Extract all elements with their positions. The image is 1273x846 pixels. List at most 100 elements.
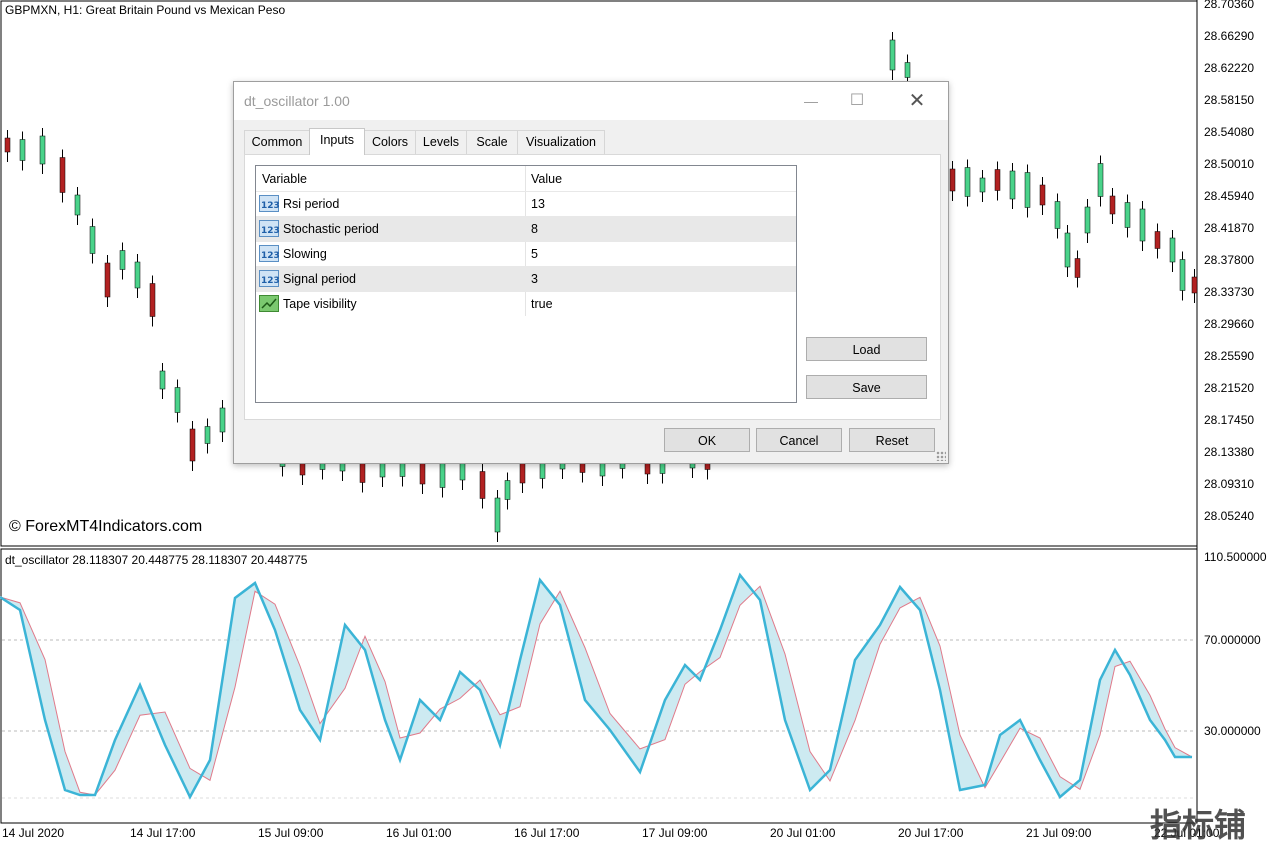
svg-text:123: 123 [261,201,279,211]
candle-body [189,428,196,462]
maximize-icon[interactable]: ☐ [834,82,880,120]
resize-grip-icon[interactable] [936,451,946,461]
input-row[interactable]: 123 Slowing 5 [256,241,796,266]
time-label: 16 Jul 17:00 [514,826,580,840]
candle-body [1191,276,1198,294]
candle-body [494,497,501,533]
price-label: 28.54080 [1204,125,1255,139]
indicator-properties-dialog: dt_oscillator 1.00 — ☐ ✕ Common Inputs C… [233,81,949,464]
variable-value[interactable]: true [531,297,553,311]
time-label: 21 Jul 09:00 [1026,826,1092,840]
indicator-level-label: 110.500000 [1204,550,1267,564]
price-label: 28.50010 [1204,157,1255,171]
close-icon[interactable]: ✕ [894,82,940,120]
corner-logo: 指标铺 [1150,806,1247,844]
reset-button[interactable]: Reset [849,428,935,452]
candle-body [149,283,156,317]
candle-body [504,480,511,500]
price-label: 28.62220 [1204,61,1255,75]
save-button[interactable]: Save [806,375,927,399]
variable-name: Slowing [283,247,327,261]
candle-body [119,250,126,270]
tab-inputs[interactable]: Inputs [309,128,365,155]
column-value: Value [531,172,563,186]
candle-body [1024,172,1031,208]
tab-visualization[interactable]: Visualization [517,130,605,154]
variable-value[interactable]: 13 [531,197,545,211]
load-button[interactable]: Load [806,337,927,361]
price-label: 28.33730 [1204,285,1255,299]
candle-body [979,177,986,193]
svg-text:123: 123 [261,276,279,286]
variable-value[interactable]: 3 [531,272,538,286]
candle-body [39,135,46,165]
candle-body [174,387,181,413]
dialog-titlebar[interactable]: dt_oscillator 1.00 — ☐ ✕ [234,82,948,120]
tab-colors[interactable]: Colors [364,130,416,154]
candle-body [1154,231,1161,249]
time-label: 14 Jul 17:00 [130,826,196,840]
input-row[interactable]: 123 Stochastic period 8 [256,216,796,241]
candle-body [889,39,896,71]
candle-body [1054,201,1061,229]
candle-body [1084,206,1091,234]
candle-body [1064,232,1071,268]
candle-body [19,139,26,161]
numeric-123-icon: 123 [259,270,280,287]
price-label: 28.25590 [1204,349,1255,363]
candle-body [1039,184,1046,206]
numeric-123-icon: 123 [259,220,280,237]
candle-body [1139,208,1146,242]
cancel-button[interactable]: Cancel [756,428,842,452]
candle-body [379,462,386,478]
tab-scale[interactable]: Scale [466,130,518,154]
boolean-chart-icon [259,295,279,312]
ok-button[interactable]: OK [664,428,750,452]
candle-body [219,407,226,433]
input-row[interactable]: 123 Signal period 3 [256,266,796,291]
svg-text:123: 123 [261,251,279,261]
price-label: 28.45940 [1204,189,1255,203]
time-label: 14 Jul 2020 [2,826,65,840]
variable-name: Rsi period [283,197,340,211]
numeric-123-icon: 123 [259,195,280,212]
price-label: 28.70360 [1204,0,1255,11]
price-label: 28.41870 [1204,221,1255,235]
candle-body [59,157,66,193]
candle-body [994,169,1001,191]
grid-header: Variable Value [256,166,796,190]
chart-header: GBPMXN, H1: Great Britain Pound vs Mexic… [5,3,286,17]
price-label: 28.21520 [1204,381,1255,395]
price-label: 28.29660 [1204,317,1255,331]
candle-body [4,137,11,153]
candle-body [964,167,971,197]
tab-common[interactable]: Common [244,130,310,154]
watermark-text: © ForexMT4Indicators.com [9,518,203,535]
candle-body [89,226,96,254]
time-label: 20 Jul 17:00 [898,826,964,840]
indicator-level-label: 70.000000 [1204,633,1261,647]
variable-name: Tape visibility [283,297,357,311]
tab-levels[interactable]: Levels [415,130,467,154]
candle-body [74,194,81,216]
variable-name: Stochastic period [283,222,379,236]
indicator-header: dt_oscillator 28.118307 20.448775 28.118… [5,553,308,567]
candle-body [1109,195,1116,215]
price-label: 28.13380 [1204,445,1255,459]
column-variable: Variable [262,172,307,186]
inputs-panel: Variable Value 123 Rsi period 13 123 Stochas… [244,154,941,420]
candle-body [479,471,486,499]
svg-text:123: 123 [261,226,279,236]
variable-value[interactable]: 8 [531,222,538,236]
price-label: 28.17450 [1204,413,1255,427]
minimize-icon[interactable]: — [788,82,834,120]
candle-body [159,370,166,390]
inputs-grid: Variable Value 123 Rsi period 13 123 Stochas… [255,165,797,403]
price-label: 28.37800 [1204,253,1255,267]
candle-body [1179,259,1186,291]
candle-body [1124,202,1131,228]
input-row[interactable]: Tape visibility true [256,291,796,316]
dialog-title: dt_oscillator 1.00 [244,93,350,109]
input-row[interactable]: 123 Rsi period 13 [256,191,796,216]
variable-value[interactable]: 5 [531,247,538,261]
